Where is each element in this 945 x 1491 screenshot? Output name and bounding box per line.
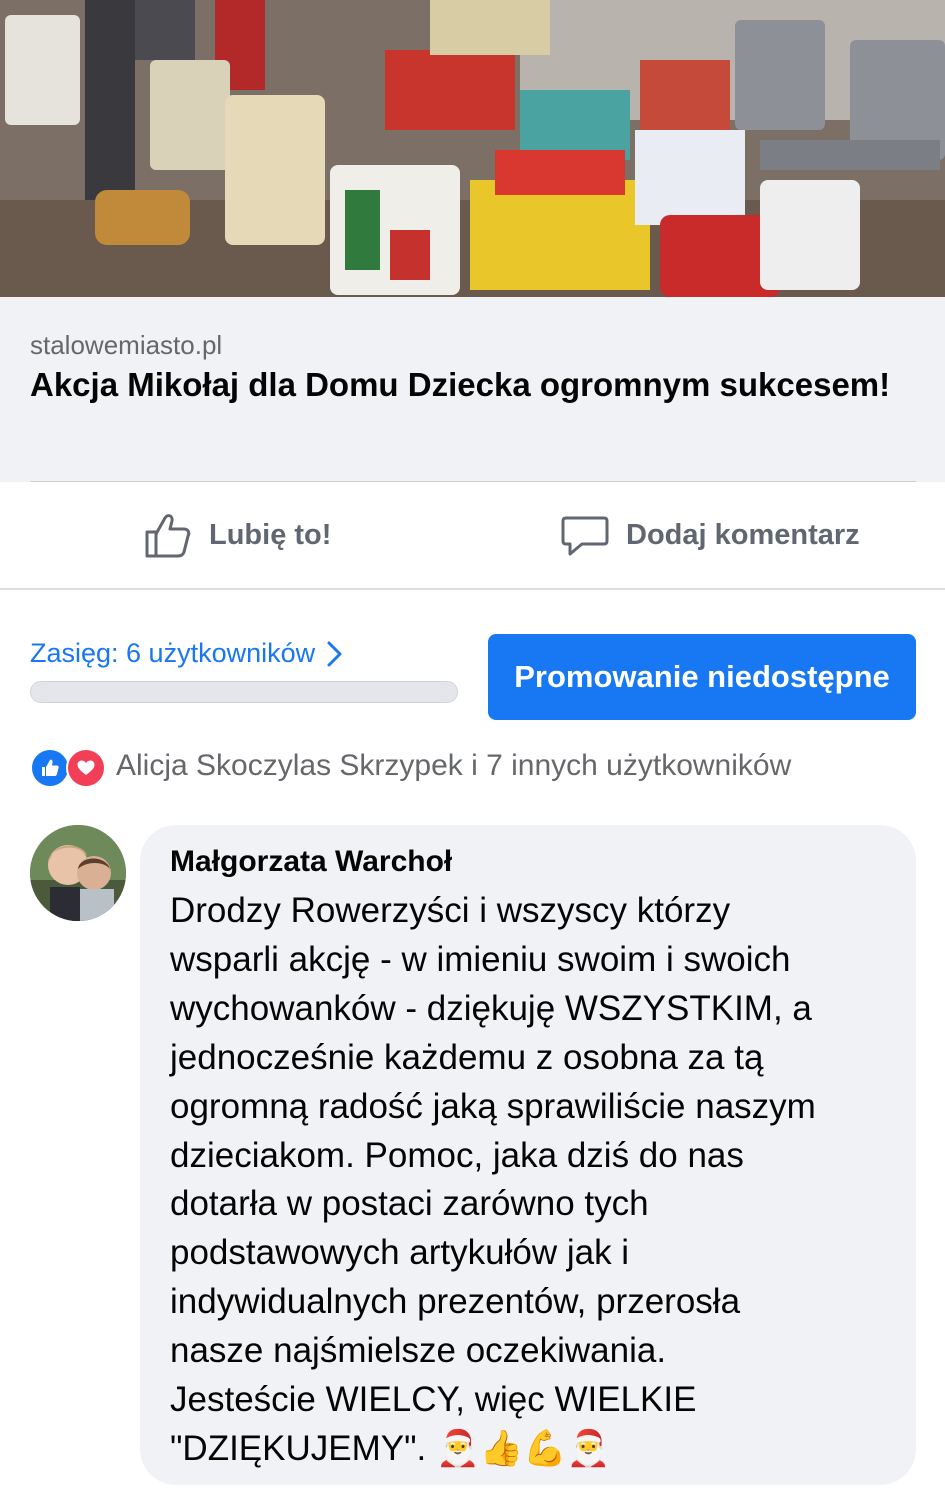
link-preview[interactable]: stalowemiasto.pl Akcja Mikołaj dla Domu … xyxy=(0,297,945,482)
reactions-summary[interactable]: Alicja Skoczylas Skrzypek i 7 innych uży… xyxy=(30,744,791,788)
avatar-photo xyxy=(30,825,126,921)
comment-icon xyxy=(561,516,609,556)
promote-label: Promowanie niedostępne xyxy=(514,659,890,694)
love-icon xyxy=(66,748,106,788)
reach-progress-bar xyxy=(30,681,458,703)
promote-button[interactable]: Promowanie niedostępne xyxy=(488,634,916,720)
chevron-right-icon xyxy=(327,641,342,666)
comment-text: Drodzy Rowerzyści i wszyscy którzy wspar… xyxy=(170,891,816,1468)
gifts-photo xyxy=(0,0,945,297)
comment-button[interactable]: Dodaj komentarz xyxy=(560,510,860,560)
comment-author[interactable]: Małgorzata Warchoł xyxy=(170,845,452,879)
like-button[interactable]: Lubię to! xyxy=(143,510,331,560)
comment-bubble: Małgorzata Warchoł Drodzy Rowerzyści i w… xyxy=(140,825,916,1485)
link-title[interactable]: Akcja Mikołaj dla Domu Dziecka ogromnym … xyxy=(30,362,910,408)
reach-label: Zasięg: 6 użytkowników xyxy=(30,638,316,668)
action-bar: Lubię to! Dodaj komentarz xyxy=(0,482,945,588)
thumbs-up-icon xyxy=(145,514,191,558)
like-icon xyxy=(30,748,70,788)
comment-label: Dodaj komentarz xyxy=(626,518,860,551)
reach-link[interactable]: Zasięg: 6 użytkowników xyxy=(30,638,347,669)
avatar[interactable] xyxy=(30,825,126,921)
like-label: Lubię to! xyxy=(209,518,332,551)
reaction-icons xyxy=(30,746,108,788)
divider xyxy=(0,588,945,590)
reactions-text: Alicja Skoczylas Skrzypek i 7 innych uży… xyxy=(116,749,792,782)
link-preview-image[interactable] xyxy=(0,0,945,297)
link-domain: stalowemiasto.pl xyxy=(30,330,223,360)
